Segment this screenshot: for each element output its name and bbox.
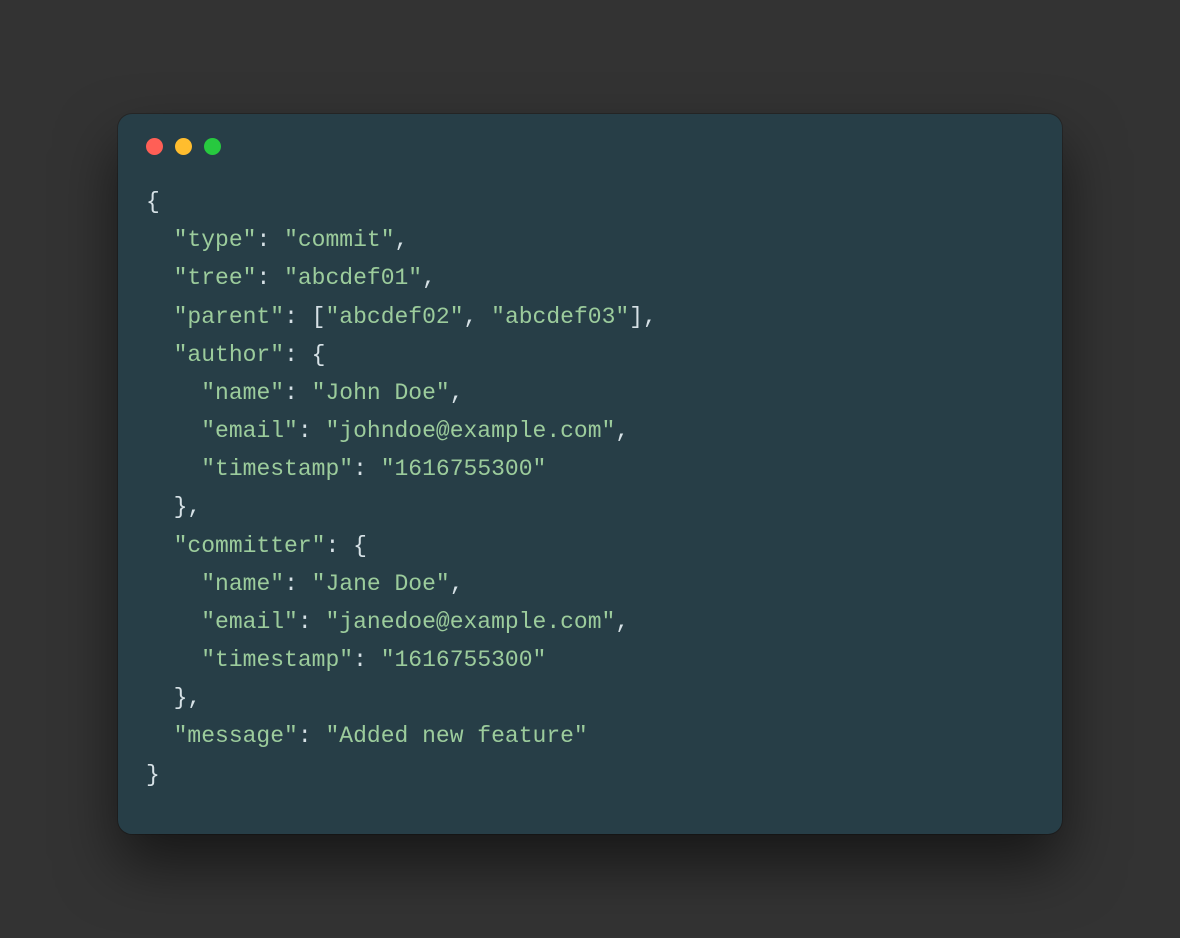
json-key-parent: "parent"	[174, 304, 284, 330]
brace-open: {	[146, 189, 160, 215]
code-block: { "type": "commit", "tree": "abcdef01", …	[118, 161, 1062, 822]
code-window: { "type": "commit", "tree": "abcdef01", …	[118, 114, 1062, 834]
traffic-light-minimize-icon[interactable]	[175, 138, 192, 155]
json-key-committer: "committer"	[174, 533, 326, 559]
brace-close: }	[146, 762, 160, 788]
json-key-message: "message"	[174, 723, 298, 749]
json-key-author: "author"	[174, 342, 284, 368]
json-val-author-email: "johndoe@example.com"	[325, 418, 615, 444]
json-key-type: "type"	[174, 227, 257, 253]
json-val-committer-timestamp: "1616755300"	[381, 647, 547, 673]
json-val-tree: "abcdef01"	[284, 265, 422, 291]
json-key-committer-timestamp: "timestamp"	[201, 647, 353, 673]
json-key-author-email: "email"	[201, 418, 298, 444]
json-key-author-name: "name"	[201, 380, 284, 406]
json-key-tree: "tree"	[174, 265, 257, 291]
json-val-parent-0: "abcdef02"	[325, 304, 463, 330]
json-val-author-name: "John Doe"	[312, 380, 450, 406]
json-val-parent-1: "abcdef03"	[491, 304, 629, 330]
window-titlebar	[118, 114, 1062, 161]
json-val-committer-name: "Jane Doe"	[312, 571, 450, 597]
json-val-committer-email: "janedoe@example.com"	[325, 609, 615, 635]
json-key-author-timestamp: "timestamp"	[201, 456, 353, 482]
json-val-message: "Added new feature"	[325, 723, 587, 749]
traffic-light-close-icon[interactable]	[146, 138, 163, 155]
json-val-author-timestamp: "1616755300"	[381, 456, 547, 482]
traffic-light-zoom-icon[interactable]	[204, 138, 221, 155]
json-key-committer-email: "email"	[201, 609, 298, 635]
json-key-committer-name: "name"	[201, 571, 284, 597]
json-val-type: "commit"	[284, 227, 394, 253]
